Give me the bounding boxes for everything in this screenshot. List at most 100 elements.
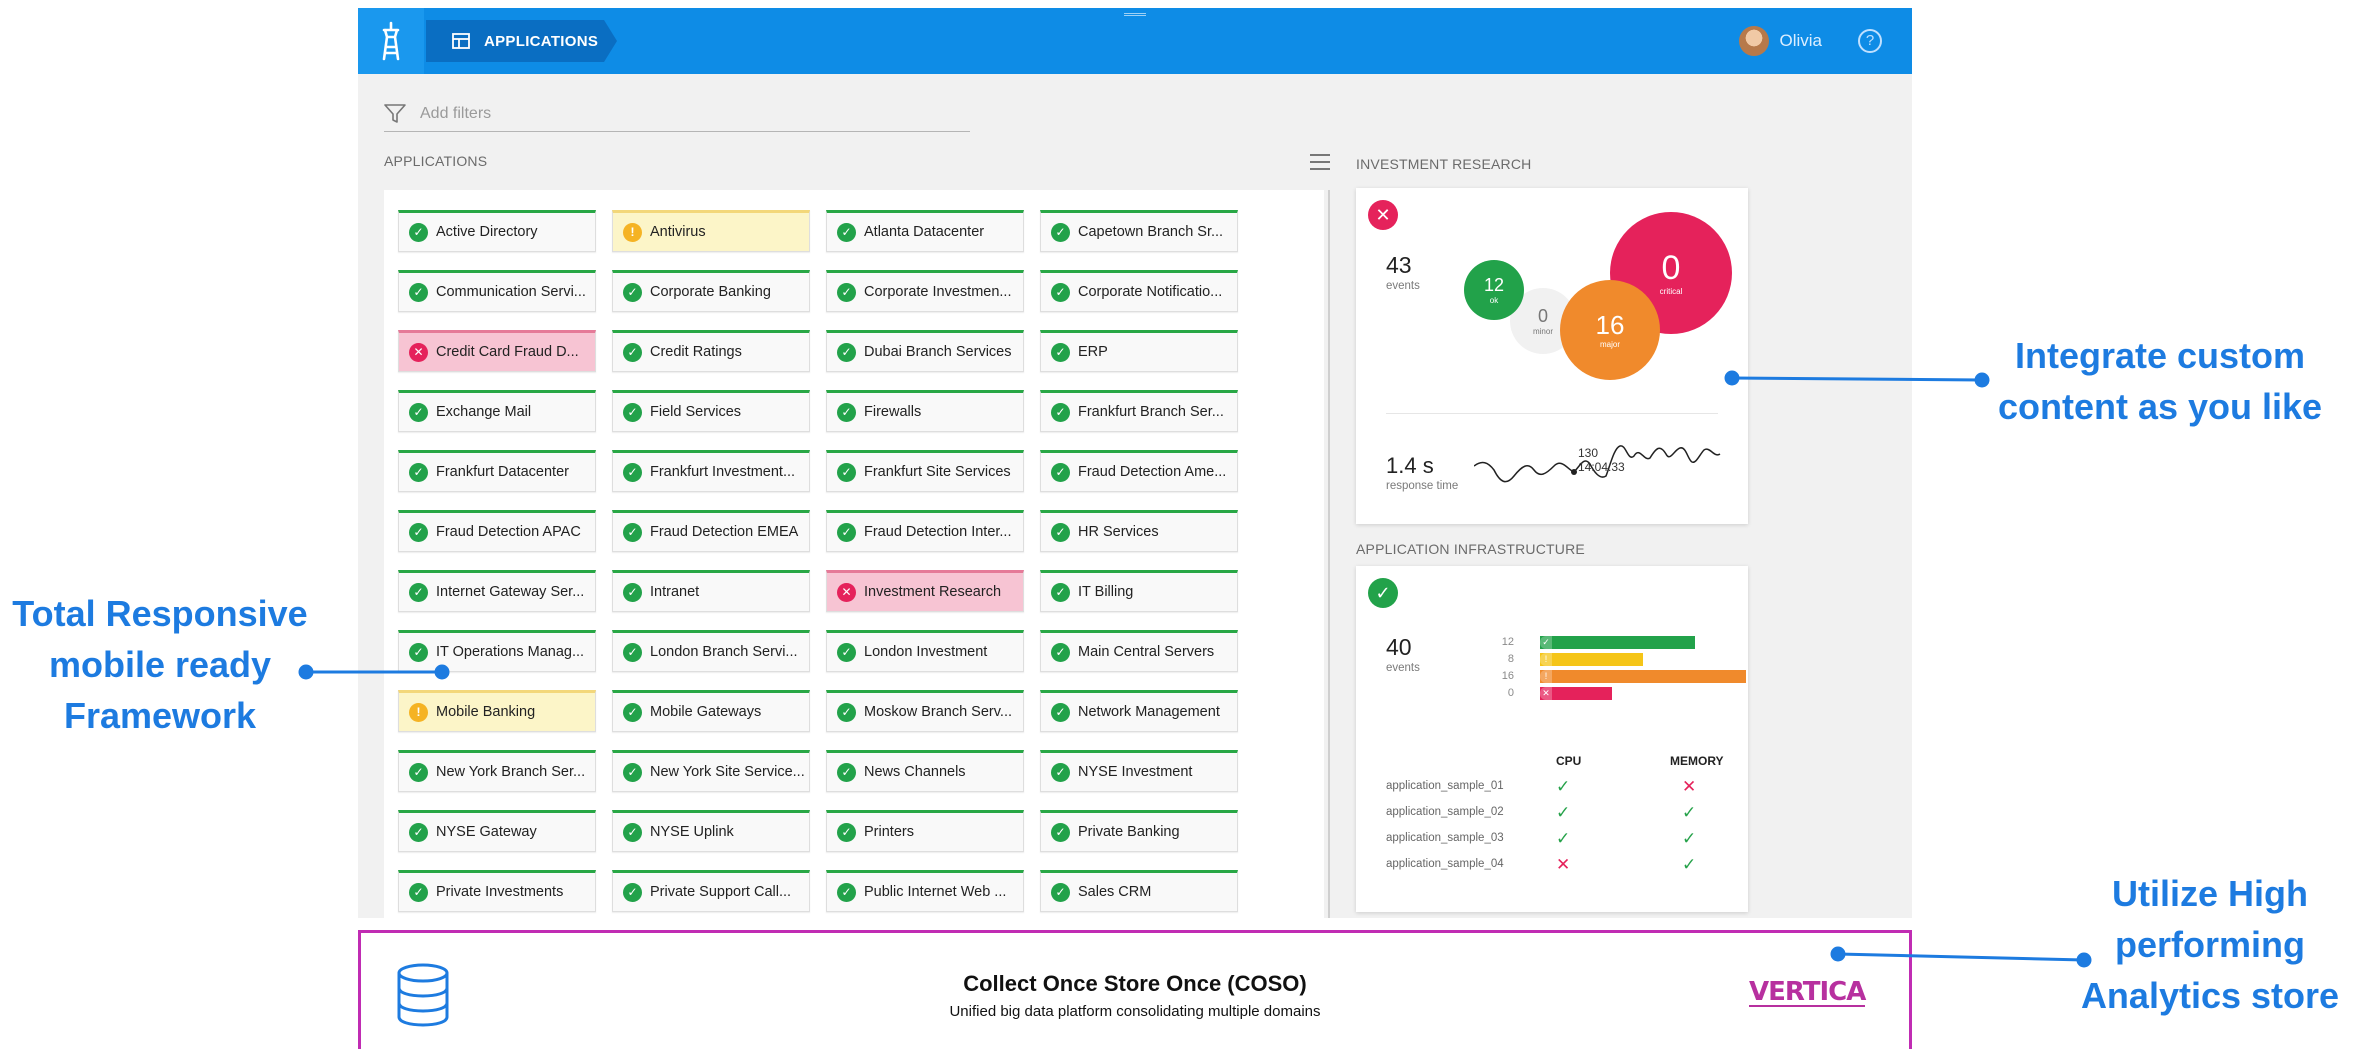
status-bar-major[interactable]: ! bbox=[1540, 670, 1746, 683]
menu-icon[interactable] bbox=[1310, 154, 1330, 170]
application-tile[interactable]: ✓ Frankfurt Site Services bbox=[826, 450, 1024, 492]
cpu-ok-icon: ✓ bbox=[1556, 829, 1571, 848]
application-tile[interactable]: ✓ Fraud Detection Inter... bbox=[826, 510, 1024, 552]
application-tile[interactable]: ✕ Credit Card Fraud D... bbox=[398, 330, 596, 372]
status-ok-icon: ✓ bbox=[623, 582, 642, 602]
application-tile[interactable]: ✓ New York Site Service... bbox=[612, 750, 810, 792]
metric-app-name: application_sample_03 bbox=[1386, 832, 1504, 844]
application-tile-label: Communication Servi... bbox=[436, 284, 586, 300]
callout-line: performing bbox=[2114, 924, 2305, 965]
application-tile[interactable]: ✓ Corporate Banking bbox=[612, 270, 810, 312]
application-tile[interactable]: ✓ London Investment bbox=[826, 630, 1024, 672]
investment-research-widget[interactable]: ✕ 43 events 0 critical 0 minor 12 ok 16 … bbox=[1356, 188, 1748, 524]
application-tile[interactable]: ✕ Investment Research bbox=[826, 570, 1024, 612]
application-tile[interactable]: ! Mobile Banking bbox=[398, 690, 596, 732]
status-bar-warn[interactable]: ! bbox=[1540, 653, 1643, 666]
application-tile-label: Fraud Detection Ame... bbox=[1078, 464, 1227, 480]
application-tile[interactable]: ✓ Fraud Detection Ame... bbox=[1040, 450, 1238, 492]
status-bar-critical[interactable]: ✕ bbox=[1540, 687, 1612, 700]
application-tile[interactable]: ✓ Exchange Mail bbox=[398, 390, 596, 432]
application-tile-label: Atlanta Datacenter bbox=[864, 224, 985, 240]
dashboard-icon bbox=[452, 33, 470, 49]
application-tile[interactable]: ✓ Sales CRM bbox=[1040, 870, 1238, 912]
status-ok-icon: ✓ bbox=[1051, 342, 1070, 362]
avatar bbox=[1739, 26, 1770, 56]
metric-app-name: application_sample_04 bbox=[1386, 858, 1504, 870]
application-tile-label: Internet Gateway Ser... bbox=[436, 584, 585, 600]
application-tile[interactable]: ✓ Moskow Branch Serv... bbox=[826, 690, 1024, 732]
application-tile[interactable]: ✓ NYSE Gateway bbox=[398, 810, 596, 852]
application-tile[interactable]: ✓ Main Central Servers bbox=[1040, 630, 1238, 672]
coso-banner: Collect Once Store Once (COSO) Unified b… bbox=[358, 930, 1912, 1049]
application-tile[interactable]: ✓ HR Services bbox=[1040, 510, 1238, 552]
help-icon[interactable]: ? bbox=[1858, 29, 1882, 53]
application-tile[interactable]: ✓ Fraud Detection EMEA bbox=[612, 510, 810, 552]
application-tile[interactable]: ✓ Corporate Investmen... bbox=[826, 270, 1024, 312]
application-tile[interactable]: ✓ Capetown Branch Sr... bbox=[1040, 210, 1238, 252]
application-tile[interactable]: ✓ Private Banking bbox=[1040, 810, 1238, 852]
application-tile[interactable]: ✓ Printers bbox=[826, 810, 1024, 852]
cpu-ok-icon: ✓ bbox=[1556, 777, 1571, 796]
breadcrumb-applications[interactable]: APPLICATIONS bbox=[426, 20, 617, 62]
application-tile[interactable]: ✓ Intranet bbox=[612, 570, 810, 612]
callout-line: Total Responsive bbox=[12, 593, 308, 634]
cpu-header: CPU bbox=[1556, 754, 1582, 768]
application-tile[interactable]: ✓ Network Management bbox=[1040, 690, 1238, 732]
ok-bubble[interactable]: 12 ok bbox=[1464, 260, 1524, 320]
application-tile[interactable]: ✓ Corporate Notificatio... bbox=[1040, 270, 1238, 312]
application-tile-label: Exchange Mail bbox=[436, 404, 532, 420]
application-tile[interactable]: ✓ NYSE Investment bbox=[1040, 750, 1238, 792]
application-tile-label: Corporate Banking bbox=[650, 284, 771, 300]
application-tile-label: NYSE Investment bbox=[1078, 764, 1193, 780]
application-tile[interactable]: ✓ Internet Gateway Ser... bbox=[398, 570, 596, 612]
user-menu[interactable]: Olivia bbox=[1739, 26, 1822, 56]
memory-fail-icon: ✕ bbox=[1682, 777, 1697, 796]
status-ok-icon: ✓ bbox=[837, 642, 856, 662]
application-tile[interactable]: ✓ Public Internet Web ... bbox=[826, 870, 1024, 912]
application-tile[interactable]: ✓ ERP bbox=[1040, 330, 1238, 372]
application-tile[interactable]: ✓ Communication Servi... bbox=[398, 270, 596, 312]
application-tile[interactable]: ✓ Credit Ratings bbox=[612, 330, 810, 372]
application-tile-label: NYSE Gateway bbox=[436, 824, 537, 840]
filter-icon bbox=[384, 103, 406, 123]
application-tile-grid: ✓ Active Directory! Antivirus ✓ Atlanta Data… bbox=[398, 210, 1238, 912]
application-tile[interactable]: ✓ NYSE Uplink bbox=[612, 810, 810, 852]
application-tile[interactable]: ✓ New York Branch Ser... bbox=[398, 750, 596, 792]
app-logo[interactable] bbox=[358, 8, 424, 74]
ok-status-icon: ✓ bbox=[1368, 578, 1398, 608]
application-tile[interactable]: ✓ Frankfurt Branch Ser... bbox=[1040, 390, 1238, 432]
application-tile[interactable]: ✓ Private Investments bbox=[398, 870, 596, 912]
events-label: events bbox=[1386, 280, 1420, 292]
minor-count: 0 bbox=[1537, 305, 1548, 326]
application-tile[interactable]: ✓ Mobile Gateways bbox=[612, 690, 810, 732]
status-ok-icon: ✓ bbox=[623, 642, 642, 662]
application-tile[interactable]: ✓ Atlanta Datacenter bbox=[826, 210, 1024, 252]
application-tile[interactable]: ✓ London Branch Servi... bbox=[612, 630, 810, 672]
application-infrastructure-widget[interactable]: ✓ 40 events 12 8 16 0 ✓!! ✕ CPU MEMORY appli… bbox=[1356, 566, 1748, 912]
status-ok-icon: ✓ bbox=[837, 762, 856, 782]
application-tile[interactable]: ✓ IT Operations Manag... bbox=[398, 630, 596, 672]
metric-row[interactable]: application_sample_04 ✕ ✓ bbox=[1386, 855, 1726, 884]
application-tile[interactable]: ! Antivirus bbox=[612, 210, 810, 252]
status-ok-icon: ✓ bbox=[623, 522, 642, 542]
application-tile-label: HR Services bbox=[1078, 524, 1159, 540]
application-tile[interactable]: ✓ Frankfurt Datacenter bbox=[398, 450, 596, 492]
application-tile-label: London Investment bbox=[864, 644, 988, 660]
drag-handle[interactable] bbox=[1124, 13, 1146, 16]
major-bubble[interactable]: 16 major bbox=[1560, 280, 1660, 380]
application-tile[interactable]: ✓ Active Directory bbox=[398, 210, 596, 252]
status-bar-ok[interactable]: ✓ bbox=[1540, 636, 1695, 649]
application-tile[interactable]: ✓ Firewalls bbox=[826, 390, 1024, 432]
application-tile[interactable]: ✓ Private Support Call... bbox=[612, 870, 810, 912]
memory-header: MEMORY bbox=[1670, 754, 1724, 768]
application-tile[interactable]: ✓ Frankfurt Investment... bbox=[612, 450, 810, 492]
application-tile[interactable]: ✓ IT Billing bbox=[1040, 570, 1238, 612]
application-tile[interactable]: ✓ Field Services bbox=[612, 390, 810, 432]
investment-research-title: INVESTMENT RESEARCH bbox=[1356, 156, 1532, 172]
top-bar: APPLICATIONS Olivia ? bbox=[358, 8, 1912, 74]
bar-status-icon: ! bbox=[1540, 653, 1552, 666]
application-tile[interactable]: ✓ News Channels bbox=[826, 750, 1024, 792]
application-tile[interactable]: ✓ Dubai Branch Services bbox=[826, 330, 1024, 372]
filter-bar[interactable]: Add filters bbox=[384, 96, 970, 132]
application-tile[interactable]: ✓ Fraud Detection APAC bbox=[398, 510, 596, 552]
